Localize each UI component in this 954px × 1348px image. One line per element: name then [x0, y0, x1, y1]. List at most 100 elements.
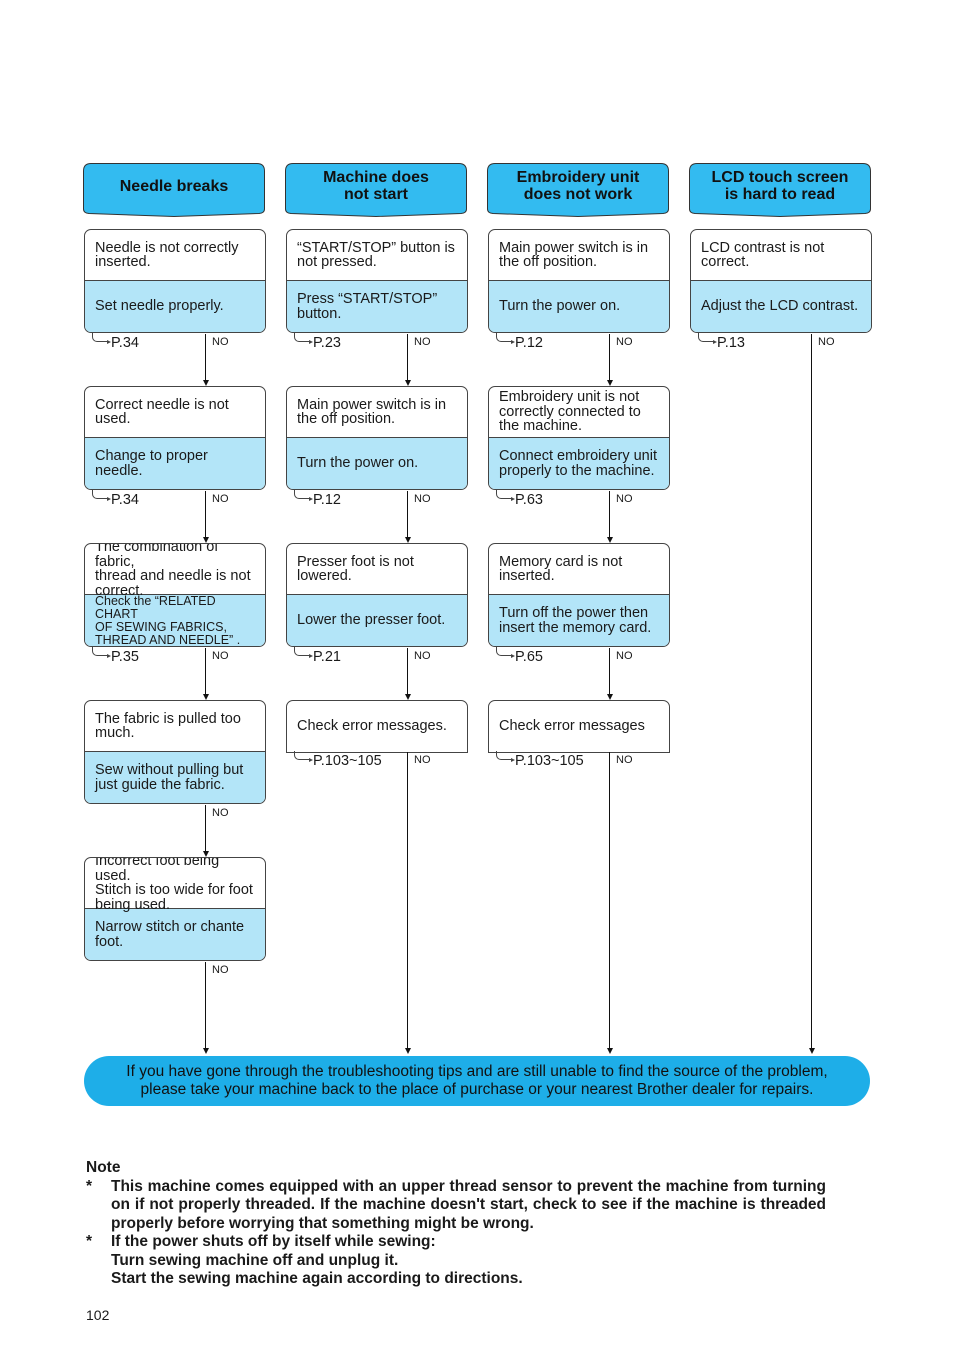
no-label: NO	[616, 650, 633, 662]
text-line: Incorrect foot being used.	[95, 857, 220, 884]
troubleshoot-box: Presser foot is not lowered. Lower the pre…	[286, 543, 468, 647]
connector-line	[811, 334, 812, 1049]
no-label: NO	[414, 336, 431, 348]
header-title: Embroidery unit does not work	[487, 163, 669, 209]
connector-line	[407, 491, 408, 538]
page-reference-text[interactable]: P.34	[111, 492, 139, 508]
troubleshoot-box: “START/STOP” button is not pressed. Press …	[286, 229, 468, 333]
troubleshoot-box: The combination of fabric, thread and nee…	[84, 543, 266, 647]
arrow-hook-icon	[496, 751, 515, 762]
connector-line	[609, 334, 610, 381]
troubleshoot-box: Memory card is not inserted. Turn off the …	[488, 543, 670, 647]
page-reference-text[interactable]: P.12	[313, 492, 341, 508]
no-label: NO	[212, 650, 229, 662]
no-label: NO	[616, 336, 633, 348]
text-line: Embroidery unit	[516, 169, 640, 186]
text-line: Connect embroidery unit	[499, 447, 657, 464]
solution-lines: Adjust the LCD contrast.	[701, 299, 858, 314]
arrow-down-icon	[606, 1048, 613, 1054]
page-reference[interactable]: P.21	[294, 647, 341, 665]
page-reference[interactable]: P.34	[92, 333, 139, 351]
solution-lines: Check the “RELATED CHART OF SEWING FABRIC…	[95, 594, 255, 647]
cause-text: Incorrect foot being used. Stitch is too …	[85, 857, 265, 912]
cause-lines: Presser foot is not lowered.	[297, 554, 414, 584]
page-reference[interactable]: P.34	[92, 490, 139, 508]
no-label: NO	[616, 754, 633, 766]
note-section: Note * This machine comes equipped with …	[86, 1159, 826, 1289]
solution-text: Connect embroidery unit properly to the m…	[489, 438, 669, 489]
solution-text: Turn the power on.	[287, 438, 467, 489]
page-reference-text[interactable]: P.35	[111, 649, 139, 665]
solution-text: Narrow stitch or chante foot.	[85, 909, 265, 960]
header-title: Needle breaks	[83, 163, 265, 209]
cause-text: Presser foot is not lowered.	[287, 544, 467, 595]
text-line: correctly connected to	[499, 403, 641, 420]
page-reference[interactable]: P.65	[496, 647, 543, 665]
page-reference[interactable]: P.12	[294, 490, 341, 508]
solution-text: Turn off the power then insert the memory…	[489, 595, 669, 646]
column-header: Needle breaks	[83, 163, 265, 217]
connector-line	[205, 962, 206, 1049]
text-line: OF SEWING FABRICS,	[95, 619, 227, 634]
solution-lines: Turn off the power then insert the memory…	[499, 604, 651, 636]
cause-lines: Embroidery unit is not correctly connecte…	[499, 390, 641, 434]
note-text-block: If the power shuts off by itself while s…	[111, 1233, 523, 1289]
page-reference-text[interactable]: P.63	[515, 492, 543, 508]
final-message: If you have gone through the troubleshoo…	[84, 1056, 870, 1106]
page-reference-text[interactable]: P.21	[313, 649, 341, 665]
no-label: NO	[414, 754, 431, 766]
text-line: THREAD AND NEEDLE” .	[95, 632, 241, 647]
cause-lines: “START/STOP” button is not pressed.	[297, 240, 455, 270]
cause-text: Memory card is not inserted.	[489, 544, 669, 595]
page-reference-text[interactable]: P.103~105	[313, 753, 382, 769]
text-line: Turn the power on.	[499, 298, 621, 314]
page-reference-text[interactable]: P.103~105	[515, 753, 584, 769]
text-line: thread and needle is not	[95, 568, 251, 584]
note-bullet: *	[86, 1177, 93, 1195]
cause-lines: Check error messages	[499, 719, 645, 734]
arrow-hook-icon	[294, 333, 313, 344]
connector-line	[407, 334, 408, 381]
text-line: Needle breaks	[119, 177, 229, 195]
page-reference[interactable]: P.63	[496, 490, 543, 508]
solution-text: Sew without pulling but just guide the fa…	[85, 752, 265, 803]
text-line: Press “START/STOP”	[297, 290, 438, 307]
final-message-line: If you have gone through the troubleshoo…	[126, 1063, 828, 1080]
connector-line	[205, 334, 206, 381]
cause-lines: Correct needle is not used.	[95, 397, 229, 427]
text-line: Check error messages.	[297, 718, 447, 735]
page-reference-text[interactable]: P.23	[313, 335, 341, 351]
note-text: This machine comes equipped with an uppe…	[111, 1177, 826, 1232]
cause-lines: The combination of fabric, thread and nee…	[95, 544, 255, 598]
header-text: Embroidery unit does not work	[517, 169, 640, 203]
page-reference[interactable]: P.12	[496, 333, 543, 351]
arrow-down-icon	[404, 1048, 411, 1054]
page-reference-text[interactable]: P.12	[515, 335, 543, 351]
page-reference-text[interactable]: P.13	[717, 335, 745, 351]
solution-text: Turn the power on.	[489, 281, 669, 332]
page-reference[interactable]: P.23	[294, 333, 341, 351]
no-label: NO	[212, 336, 229, 348]
text-line: Narrow stitch or chante	[95, 918, 245, 935]
solution-lines: Press “START/STOP” button.	[297, 290, 438, 322]
note-text: If the power shuts off by itself while s…	[111, 1233, 436, 1250]
cause-text: Correct needle is not used.	[85, 387, 265, 438]
page-reference-text[interactable]: P.65	[515, 649, 543, 665]
cause-lines: Memory card is not inserted.	[499, 554, 622, 584]
page-reference-text[interactable]: P.34	[111, 335, 139, 351]
page-reference[interactable]: P.35	[92, 647, 139, 665]
page-reference[interactable]: P.13	[698, 333, 745, 351]
solution-lines: Turn the power on.	[297, 456, 418, 471]
troubleshoot-box: Check error messages	[488, 700, 670, 753]
page-reference[interactable]: P.103~105	[294, 751, 382, 769]
arrow-hook-icon	[294, 751, 313, 762]
troubleshoot-box: Main power switch is in the off position.…	[286, 386, 468, 490]
text-line: Embroidery unit is not	[499, 389, 640, 406]
connector-line	[407, 648, 408, 695]
text-line: Turn off the power then	[499, 604, 649, 621]
troubleshoot-box: Main power switch is in the off position.…	[488, 229, 670, 333]
page-reference[interactable]: P.103~105	[496, 751, 584, 769]
no-label: NO	[818, 336, 835, 348]
text-line: inserted.	[499, 568, 555, 584]
text-line: Machine does	[323, 169, 429, 186]
